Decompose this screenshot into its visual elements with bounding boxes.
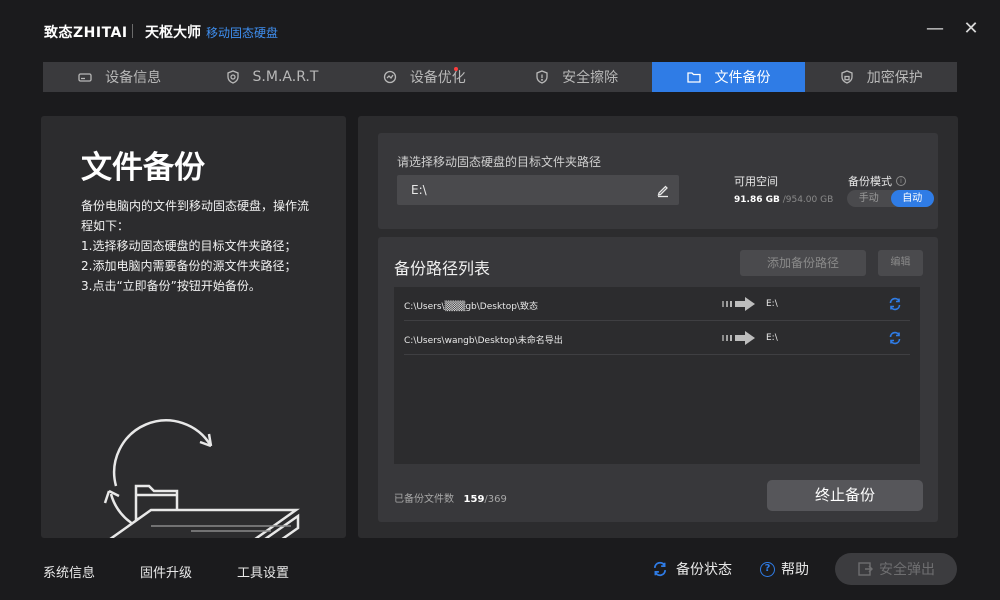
- feature-title: 文件备份: [81, 150, 205, 186]
- firmware-upgrade-link[interactable]: 固件升级: [140, 562, 192, 581]
- transfer-arrow-icon: [722, 331, 755, 345]
- safe-eject-label: 安全弹出: [879, 562, 935, 578]
- minimize-button[interactable]: —: [924, 18, 946, 40]
- eject-icon: [858, 562, 873, 576]
- destination-path: E:\: [766, 333, 778, 343]
- backup-list-title: 备份路径列表: [394, 259, 491, 278]
- product-subtitle: 移动固态硬盘: [206, 26, 279, 40]
- backup-status-button[interactable]: 备份状态: [652, 559, 732, 579]
- transfer-arrow-icon: [722, 297, 755, 311]
- description-step: 1.选择移动固态硬盘的目标文件夹路径；: [81, 239, 297, 253]
- sync-icon[interactable]: [888, 297, 902, 311]
- close-button[interactable]: ✕: [960, 18, 982, 40]
- backup-list-card: 备份路径列表 添加备份路径 编辑 C:\Users\▒▒▒gb\Desktop\…: [378, 237, 938, 522]
- tab-label: 安全擦除: [562, 70, 619, 86]
- target-path-label: 请选择移动固态硬盘的目标文件夹路径: [397, 155, 602, 169]
- backup-mode-label: 备份模式 i: [848, 173, 906, 189]
- main-tabs: 设备信息 S.M.A.R.T 设备优化 安全擦除 文件备份 加密保护: [43, 62, 957, 92]
- target-path-input[interactable]: E:\: [397, 175, 679, 205]
- folder-icon: [687, 72, 702, 83]
- free-space-amount: 91.86 GB: [734, 195, 780, 205]
- list-item[interactable]: C:\Users\▒▒▒gb\Desktop\致态 E:\: [404, 287, 910, 321]
- tab-label: S.M.A.R.T: [252, 69, 319, 85]
- title-bar: 致态ZHITAI 天枢大师 移动固态硬盘 — ✕: [0, 0, 1000, 60]
- tab-device-optimize[interactable]: 设备优化: [348, 62, 500, 92]
- backup-count-label: 已备份文件数: [394, 494, 454, 505]
- tab-label: 加密保护: [866, 70, 923, 86]
- free-space-value: 91.86 GB /954.00 GB: [734, 195, 833, 205]
- mode-auto-option[interactable]: 自动: [890, 190, 934, 207]
- backup-count: 已备份文件数 159/369: [394, 490, 507, 505]
- help-label: 帮助: [781, 562, 809, 578]
- mode-manual-option[interactable]: 手动: [847, 190, 891, 207]
- backup-count-done: 159: [463, 494, 485, 505]
- tab-label: 设备信息: [105, 70, 162, 86]
- description-intro: 备份电脑内的文件到移动固态硬盘，操作流程如下：: [81, 199, 310, 233]
- target-path-value: E:\: [411, 183, 427, 197]
- help-button[interactable]: ? 帮助: [760, 559, 809, 579]
- backup-path-list: C:\Users\▒▒▒gb\Desktop\致态 E:\ C:\Users\w…: [394, 287, 920, 464]
- backup-status-label: 备份状态: [676, 562, 732, 578]
- free-space-label: 可用空间: [734, 175, 778, 188]
- description-step: 3.点击“立即备份”按钮开始备份。: [81, 279, 261, 293]
- list-item[interactable]: C:\Users\wangb\Desktop\未命名导出 E:\: [404, 321, 910, 355]
- brand-logo: 致态ZHITAI: [44, 25, 128, 41]
- backup-count-total: /369: [484, 494, 507, 505]
- optimize-icon: [383, 70, 396, 84]
- tab-smart[interactable]: S.M.A.R.T: [195, 62, 347, 92]
- notification-dot: [453, 67, 458, 71]
- erase-shield-icon: [536, 70, 548, 84]
- shield-icon: [226, 70, 239, 84]
- total-space-amount: /954.00 GB: [779, 195, 834, 205]
- backup-mode-toggle[interactable]: 手动 自动: [847, 190, 934, 207]
- lock-icon: [841, 70, 853, 84]
- feature-description: 备份电脑内的文件到移动固态硬盘，操作流程如下： 1.选择移动固态硬盘的目标文件夹…: [81, 196, 311, 296]
- backup-mode-text: 备份模式: [848, 175, 892, 188]
- tab-encryption[interactable]: 加密保护: [805, 62, 957, 92]
- sync-icon[interactable]: [888, 331, 902, 345]
- source-path: C:\Users\wangb\Desktop\未命名导出: [404, 336, 563, 346]
- tab-secure-erase[interactable]: 安全擦除: [500, 62, 652, 92]
- tab-device-info[interactable]: 设备信息: [43, 62, 195, 92]
- backup-illustration: [103, 419, 300, 538]
- system-info-link[interactable]: 系统信息: [43, 562, 95, 581]
- tab-file-backup[interactable]: 文件备份: [652, 62, 805, 92]
- stop-backup-button[interactable]: 终止备份: [767, 480, 923, 511]
- info-icon[interactable]: i: [896, 176, 906, 186]
- feature-intro-panel: 文件备份 备份电脑内的文件到移动固态硬盘，操作流程如下： 1.选择移动固态硬盘的…: [41, 116, 346, 538]
- edit-pencil-icon[interactable]: [655, 182, 671, 198]
- safe-eject-button[interactable]: 安全弹出: [835, 553, 957, 585]
- title-separator: [132, 24, 133, 38]
- drive-icon: [78, 73, 92, 82]
- source-path: C:\Users\▒▒▒gb\Desktop\致态: [404, 302, 538, 312]
- help-icon: ?: [760, 561, 775, 577]
- backup-panel: 请选择移动固态硬盘的目标文件夹路径 E:\ 可用空间 91.86 GB /954…: [358, 116, 958, 538]
- tab-label: 文件备份: [714, 70, 771, 86]
- destination-path: E:\: [766, 299, 778, 309]
- add-backup-path-button[interactable]: 添加备份路径: [740, 250, 866, 276]
- tool-settings-link[interactable]: 工具设置: [237, 562, 289, 581]
- product-name: 天枢大师: [145, 25, 201, 41]
- description-step: 2.添加电脑内需要备份的源文件夹路径；: [81, 259, 297, 273]
- target-path-card: 请选择移动固态硬盘的目标文件夹路径 E:\ 可用空间 91.86 GB /954…: [378, 133, 938, 229]
- edit-button[interactable]: 编辑: [878, 250, 923, 276]
- sync-icon: [653, 561, 667, 577]
